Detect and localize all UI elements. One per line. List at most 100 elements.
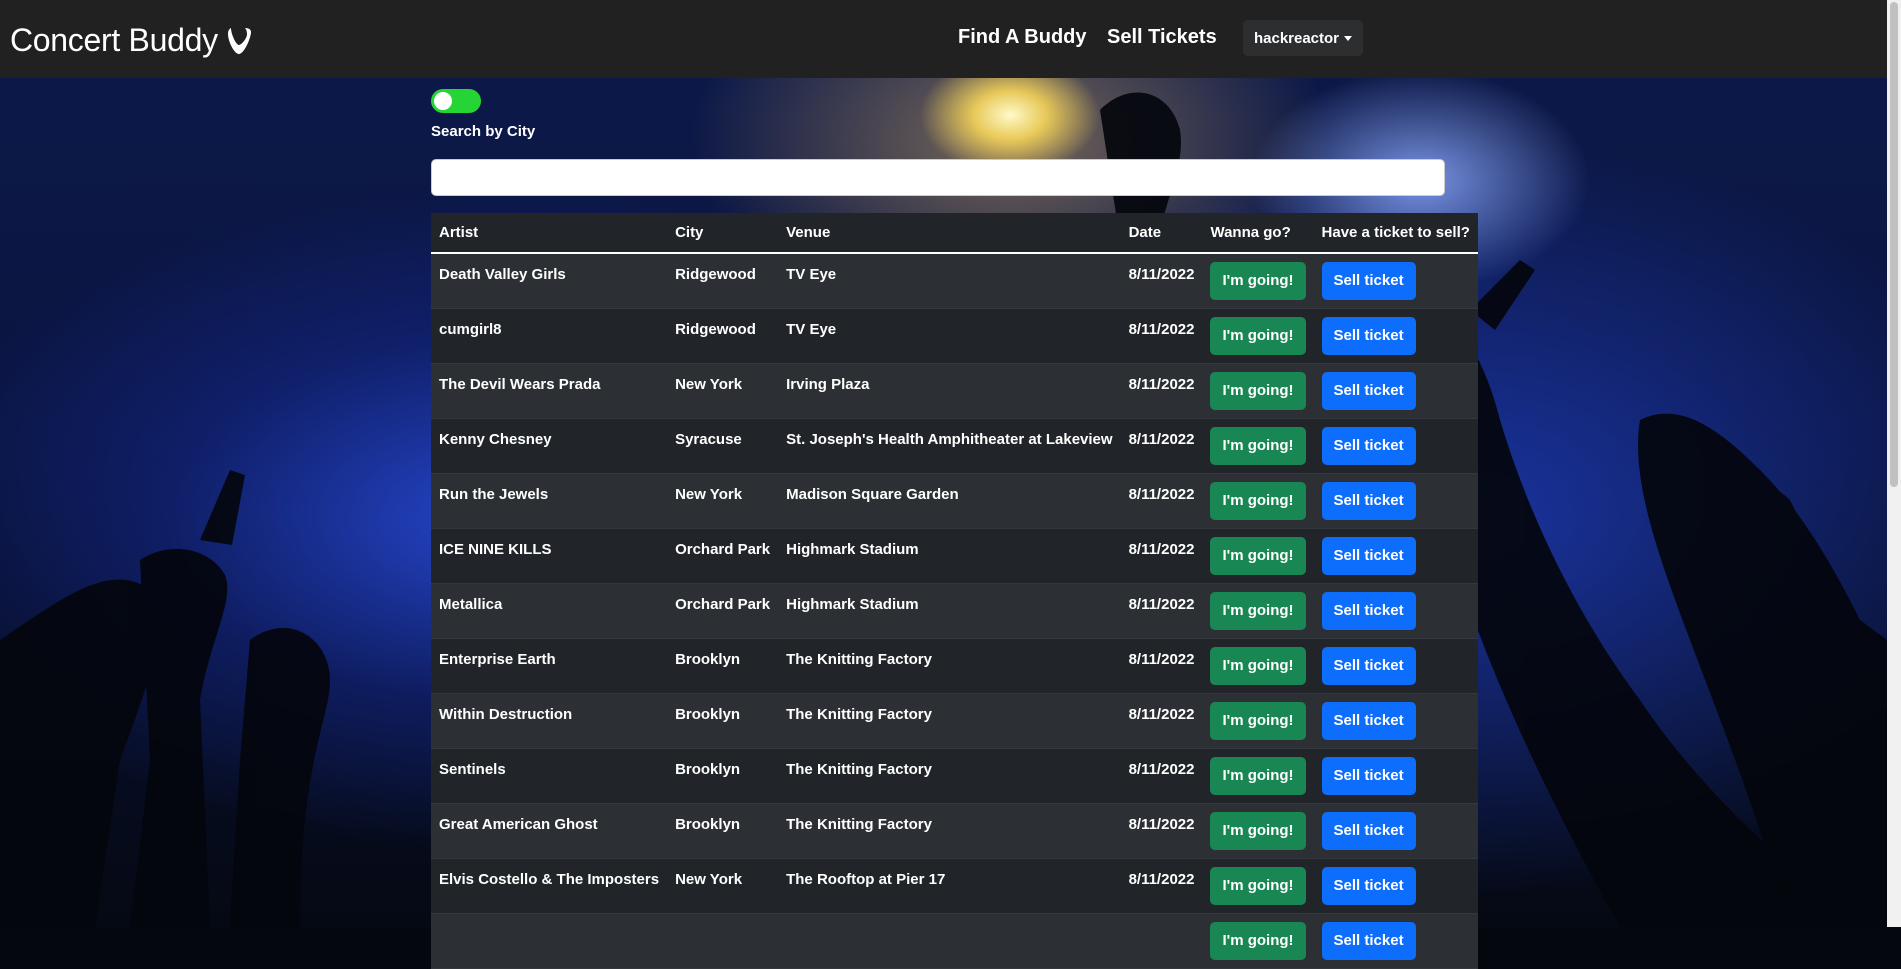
artist-cell: The Devil Wears Prada bbox=[439, 375, 601, 393]
sell-ticket-button[interactable]: Sell ticket bbox=[1321, 591, 1416, 630]
search-by-city-toggle[interactable] bbox=[431, 89, 481, 113]
date-cell: 8/11/2022 bbox=[1128, 870, 1195, 888]
table-row: I'm going! Sell ticket bbox=[431, 913, 1478, 968]
sell-ticket-button[interactable]: Sell ticket bbox=[1321, 536, 1416, 575]
sell-ticket-button[interactable]: Sell ticket bbox=[1321, 866, 1416, 905]
sell-ticket-button[interactable]: Sell ticket bbox=[1321, 921, 1416, 960]
artist-cell: Death Valley Girls bbox=[439, 266, 566, 283]
search-input[interactable] bbox=[431, 159, 1445, 196]
im-going-button[interactable]: I'm going! bbox=[1210, 811, 1306, 850]
im-going-button[interactable]: I'm going! bbox=[1210, 866, 1306, 905]
city-cell: Brooklyn bbox=[675, 760, 741, 778]
table-row: Enterprise Earth Brooklyn The Knitting Fac… bbox=[431, 638, 1478, 693]
sell-cell: Sell ticket bbox=[1314, 693, 1478, 748]
artist-cell: Enterprise Earth bbox=[439, 650, 556, 668]
brand-logo[interactable]: Concert Buddy bbox=[10, 22, 252, 59]
table-row: ICE NINE KILLS Orchard Park Highmark Stadi… bbox=[431, 528, 1478, 583]
im-going-button[interactable]: I'm going! bbox=[1210, 701, 1306, 740]
artist-cell: Elvis Costello & The Imposters bbox=[439, 870, 660, 888]
brand-name: Concert Buddy bbox=[10, 22, 218, 58]
artist-cell: Metallica bbox=[439, 595, 503, 613]
sell-cell: Sell ticket bbox=[1314, 418, 1478, 473]
sell-ticket-button[interactable]: Sell ticket bbox=[1321, 756, 1416, 795]
table-row: The Devil Wears Prada New York Irving Plaz… bbox=[431, 363, 1478, 418]
toggle-label: Search by City bbox=[431, 123, 536, 140]
im-going-button[interactable]: I'm going! bbox=[1210, 591, 1306, 630]
nav-sell-tickets-link[interactable]: Sell Tickets bbox=[1107, 26, 1217, 49]
sell-ticket-button[interactable]: Sell ticket bbox=[1321, 426, 1416, 465]
date-cell: 8/11/2022 bbox=[1128, 485, 1195, 503]
going-cell: I'm going! bbox=[1202, 418, 1313, 473]
im-going-button[interactable]: I'm going! bbox=[1210, 316, 1306, 355]
venue-cell: The Rooftop at Pier 17 bbox=[786, 870, 946, 888]
sell-cell: Sell ticket bbox=[1314, 253, 1478, 308]
date-cell: 8/11/2022 bbox=[1128, 430, 1195, 448]
table-row: Great American Ghost Brooklyn The Knitting… bbox=[431, 803, 1478, 858]
date-cell: 8/11/2022 bbox=[1128, 705, 1195, 723]
sell-cell: Sell ticket bbox=[1314, 528, 1478, 583]
top-navbar: Concert Buddy Find A Buddy Sell Tickets … bbox=[0, 0, 1887, 78]
venue-cell: TV Eye bbox=[786, 320, 837, 338]
going-cell: I'm going! bbox=[1202, 693, 1313, 748]
city-cell: Orchard Park bbox=[675, 595, 771, 613]
artist-cell bbox=[431, 913, 667, 968]
date-cell: 8/11/2022 bbox=[1128, 266, 1195, 283]
sell-cell: Sell ticket bbox=[1314, 913, 1478, 968]
going-cell: I'm going! bbox=[1202, 803, 1313, 858]
sell-cell: Sell ticket bbox=[1314, 803, 1478, 858]
going-cell: I'm going! bbox=[1202, 583, 1313, 638]
page-scrollbar[interactable] bbox=[1887, 0, 1901, 927]
im-going-button[interactable]: I'm going! bbox=[1210, 921, 1306, 960]
concerts-table-container: Artist City Venue Date Wanna go? Have a … bbox=[431, 213, 1478, 969]
user-dropdown-button[interactable]: hackreactor bbox=[1243, 20, 1363, 56]
going-cell: I'm going! bbox=[1202, 638, 1313, 693]
sell-cell: Sell ticket bbox=[1314, 748, 1478, 803]
im-going-button[interactable]: I'm going! bbox=[1210, 536, 1306, 575]
going-cell: I'm going! bbox=[1202, 308, 1313, 363]
city-cell: Ridgewood bbox=[675, 266, 756, 283]
im-going-button[interactable]: I'm going! bbox=[1210, 371, 1306, 410]
sell-ticket-button[interactable]: Sell ticket bbox=[1321, 316, 1416, 355]
going-cell: I'm going! bbox=[1202, 528, 1313, 583]
concerts-table: Artist City Venue Date Wanna go? Have a … bbox=[431, 213, 1478, 969]
sell-ticket-button[interactable]: Sell ticket bbox=[1321, 811, 1416, 850]
table-row: Metallica Orchard Park Highmark Stadium 8/1… bbox=[431, 583, 1478, 638]
im-going-button[interactable]: I'm going! bbox=[1210, 646, 1306, 685]
scrollbar-thumb[interactable] bbox=[1890, 2, 1898, 487]
city-cell bbox=[667, 913, 778, 968]
venue-cell: TV Eye bbox=[786, 266, 837, 283]
sell-ticket-button[interactable]: Sell ticket bbox=[1321, 481, 1416, 520]
city-cell: New York bbox=[675, 485, 743, 503]
venue-cell: The Knitting Factory bbox=[786, 650, 932, 668]
sell-cell: Sell ticket bbox=[1314, 308, 1478, 363]
im-going-button[interactable]: I'm going! bbox=[1210, 756, 1306, 795]
date-cell bbox=[1121, 913, 1203, 968]
sell-ticket-button[interactable]: Sell ticket bbox=[1321, 646, 1416, 685]
date-cell: 8/11/2022 bbox=[1128, 375, 1195, 393]
table-header-row: Artist City Venue Date Wanna go? Have a … bbox=[431, 213, 1478, 253]
table-row: Sentinels Brooklyn The Knitting Factory 8/1… bbox=[431, 748, 1478, 803]
artist-cell: ICE NINE KILLS bbox=[439, 540, 552, 558]
venue-cell: The Knitting Factory bbox=[786, 705, 932, 723]
sell-ticket-button[interactable]: Sell ticket bbox=[1321, 701, 1416, 740]
header-wanna-go: Wanna go? bbox=[1210, 224, 1291, 241]
im-going-button[interactable]: I'm going! bbox=[1210, 262, 1306, 300]
going-cell: I'm going! bbox=[1202, 363, 1313, 418]
date-cell: 8/11/2022 bbox=[1128, 650, 1195, 668]
nav-find-a-buddy-link[interactable]: Find A Buddy bbox=[958, 26, 1087, 49]
going-cell: I'm going! bbox=[1202, 858, 1313, 913]
header-artist: Artist bbox=[439, 224, 479, 241]
artist-cell: Great American Ghost bbox=[439, 815, 598, 833]
im-going-button[interactable]: I'm going! bbox=[1210, 426, 1306, 465]
table-row: cumgirl8 Ridgewood TV Eye 8/11/2022 I'm goin… bbox=[431, 308, 1478, 363]
sell-ticket-button[interactable]: Sell ticket bbox=[1321, 262, 1416, 300]
sell-ticket-button[interactable]: Sell ticket bbox=[1321, 371, 1416, 410]
date-cell: 8/11/2022 bbox=[1128, 760, 1195, 778]
going-cell: I'm going! bbox=[1202, 253, 1313, 308]
artist-cell: Sentinels bbox=[439, 760, 506, 778]
city-cell: Orchard Park bbox=[675, 540, 771, 558]
venue-cell: Highmark Stadium bbox=[786, 540, 919, 558]
toggle-knob bbox=[434, 92, 452, 110]
im-going-button[interactable]: I'm going! bbox=[1210, 481, 1306, 520]
venue-cell: St. Joseph's Health Amphitheater at Lake… bbox=[786, 430, 1113, 448]
